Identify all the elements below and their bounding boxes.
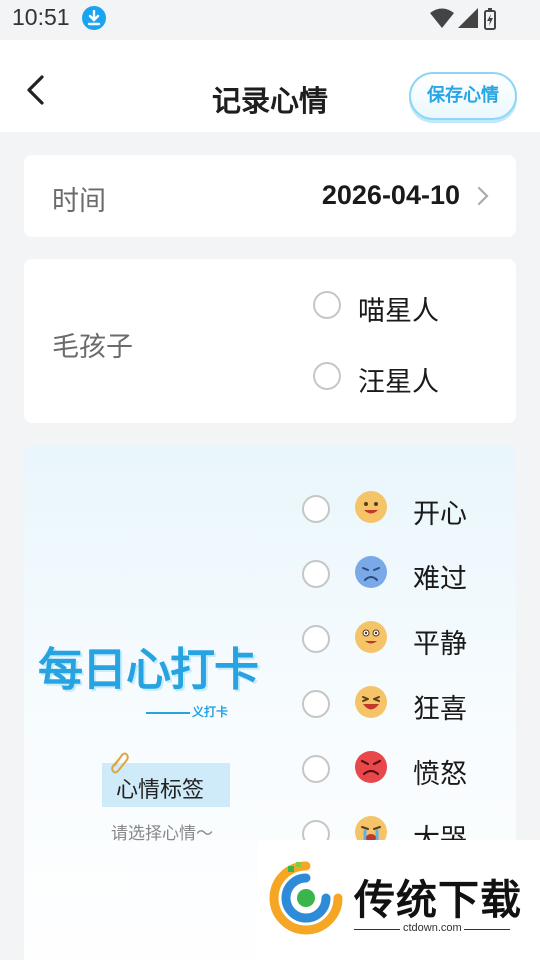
status-bar: 10:51 bbox=[0, 0, 540, 40]
wifi-icon bbox=[430, 8, 454, 28]
watermark-divider-left bbox=[354, 929, 400, 930]
watermark-name: 传统下载 bbox=[354, 876, 522, 924]
option-angry-label[interactable]: 愤怒 bbox=[413, 752, 467, 791]
option-happy-label[interactable]: 开心 bbox=[413, 492, 467, 531]
angry-face-icon bbox=[354, 750, 388, 784]
signal-icon bbox=[458, 8, 478, 28]
header: 记录心情 保存心情 bbox=[0, 40, 540, 132]
watermark-url: ctdown.com bbox=[403, 922, 462, 934]
watermark-logo-icon bbox=[269, 861, 343, 935]
status-time: 10:51 bbox=[12, 4, 70, 30]
mood-tag-label: 心情标签 bbox=[116, 778, 205, 803]
option-sad-label[interactable]: 难过 bbox=[413, 557, 467, 596]
radio-dog[interactable] bbox=[313, 362, 341, 390]
radio-cat[interactable] bbox=[313, 291, 341, 319]
happy-face-icon bbox=[354, 490, 388, 524]
option-calm-label[interactable]: 平静 bbox=[413, 622, 467, 661]
mood-hint: 请选择心情～ bbox=[111, 824, 213, 844]
battery-icon bbox=[484, 8, 496, 30]
option-dog-label[interactable]: 汪星人 bbox=[358, 360, 439, 399]
radio-calm[interactable] bbox=[302, 625, 330, 653]
watermark-divider-right bbox=[464, 929, 510, 930]
radio-angry[interactable] bbox=[302, 755, 330, 783]
brand-divider bbox=[146, 712, 190, 714]
site-watermark: 传统下载 ctdown.com bbox=[258, 840, 540, 960]
brand-subtitle: 义打卡 bbox=[192, 705, 229, 719]
date-value: 2026-04-10 bbox=[321, 180, 460, 210]
save-mood-button[interactable]: 保存心情 bbox=[409, 72, 517, 120]
option-ecstatic-label[interactable]: 狂喜 bbox=[413, 687, 467, 726]
date-label: 时间 bbox=[52, 186, 106, 217]
brand-title: 每日心打卡 bbox=[38, 643, 259, 696]
download-icon bbox=[82, 6, 106, 30]
radio-happy[interactable] bbox=[302, 495, 330, 523]
ecstatic-face-icon bbox=[354, 685, 388, 719]
system-icons bbox=[430, 8, 500, 30]
sad-face-icon bbox=[354, 555, 388, 589]
calm-face-icon bbox=[354, 620, 388, 654]
chevron-right-icon bbox=[477, 186, 489, 206]
date-row[interactable]: 时间 2026-04-10 bbox=[24, 155, 516, 237]
radio-sad[interactable] bbox=[302, 560, 330, 588]
pet-label: 毛孩子 bbox=[52, 332, 133, 363]
radio-ecstatic[interactable] bbox=[302, 690, 330, 718]
pet-type-row: 毛孩子 喵星人 汪星人 bbox=[24, 259, 516, 423]
option-cat-label[interactable]: 喵星人 bbox=[358, 289, 439, 328]
